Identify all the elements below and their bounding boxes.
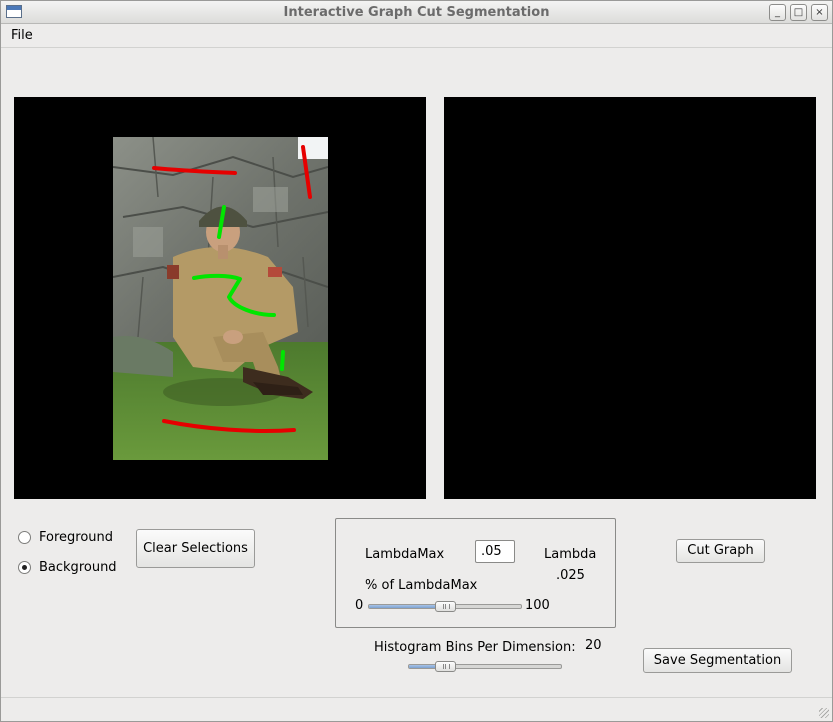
background-radio-label[interactable]: Background — [39, 560, 117, 575]
app-window: Interactive Graph Cut Segmentation _ □ ×… — [0, 0, 833, 722]
histogram-bins-label: Histogram Bins Per Dimension: — [374, 640, 576, 655]
selection-strokes-overlay — [152, 145, 312, 433]
lambda-label: Lambda — [544, 547, 597, 562]
title-bar[interactable]: Interactive Graph Cut Segmentation _ □ × — [1, 1, 832, 24]
menu-file[interactable]: File — [11, 28, 33, 43]
histogram-bins-value: 20 — [585, 638, 602, 653]
foreground-radio[interactable] — [18, 531, 31, 544]
close-button[interactable]: × — [811, 4, 828, 21]
lambda-max-input[interactable]: .05 — [475, 540, 515, 563]
lambda-value: .025 — [556, 568, 585, 583]
background-stroke — [162, 419, 296, 433]
cut-graph-button[interactable]: Cut Graph — [676, 539, 765, 563]
foreground-radio-label[interactable]: Foreground — [39, 530, 113, 545]
lambda-max-label: LambdaMax — [365, 547, 445, 562]
background-stroke — [301, 145, 312, 199]
background-radio-row[interactable]: Background — [18, 560, 117, 575]
foreground-stroke — [280, 350, 285, 371]
foreground-stroke — [217, 205, 226, 239]
save-segmentation-button[interactable]: Save Segmentation — [643, 648, 792, 673]
percent-of-lambda-max-label: % of LambdaMax — [365, 578, 478, 593]
maximize-button[interactable]: □ — [790, 4, 807, 21]
background-radio[interactable] — [18, 561, 31, 574]
lambda-slider-max-label: 100 — [525, 598, 550, 613]
histogram-bins-slider-track[interactable] — [408, 664, 562, 669]
window-title: Interactive Graph Cut Segmentation — [283, 5, 550, 20]
input-image-canvas[interactable] — [14, 97, 426, 499]
clear-selections-button[interactable]: Clear Selections — [136, 529, 255, 568]
lambda-slider-min-label: 0 — [355, 598, 364, 613]
histogram-slider-thumb[interactable] — [434, 661, 456, 672]
foreground-stroke — [192, 273, 276, 317]
foreground-radio-row[interactable]: Foreground — [18, 530, 113, 545]
status-bar — [1, 697, 832, 721]
menu-bar: File — [1, 24, 832, 48]
lambda-slider-thumb[interactable] — [435, 601, 456, 612]
background-stroke — [152, 166, 237, 175]
minimize-button[interactable]: _ — [769, 4, 786, 21]
resize-grip-icon[interactable] — [819, 708, 829, 718]
segmentation-result-canvas — [444, 97, 816, 499]
